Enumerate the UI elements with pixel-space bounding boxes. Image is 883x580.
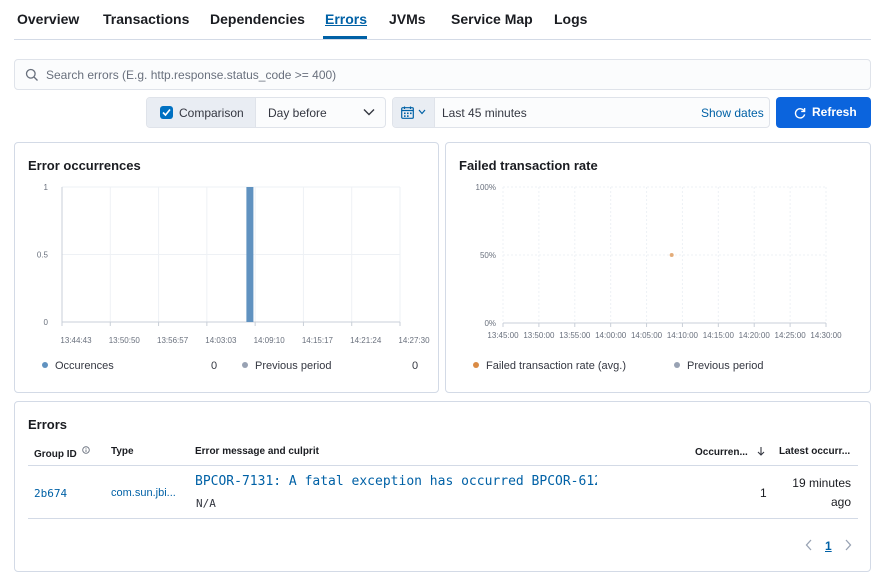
legend-failed-rate[interactable]: Failed transaction rate (avg.) [473, 360, 626, 372]
x-tick-label: 14:03:03 [205, 336, 237, 345]
search-input[interactable] [46, 65, 846, 85]
legend-previous-period[interactable]: Previous period [242, 360, 331, 372]
show-dates-link[interactable]: Show dates [701, 106, 764, 120]
occurrences-count: 1 [760, 486, 767, 500]
errors-panel: Errors Group ID Type Error message and c… [14, 401, 871, 572]
legend-dot [42, 362, 48, 368]
y-tick-label: 1 [44, 183, 49, 192]
x-tick-label: 14:09:10 [254, 336, 286, 345]
legend-previous-period[interactable]: Previous period [674, 360, 763, 372]
error-message-link[interactable]: BPCOR-7131: A fatal exception has occurr… [195, 474, 597, 489]
x-tick-label: 14:30:00 [810, 331, 842, 340]
y-tick-label: 50% [480, 251, 496, 260]
column-header-group-id[interactable]: Group ID [34, 446, 90, 460]
refresh-label: Refresh [812, 105, 857, 119]
x-tick-label: 13:50:50 [109, 336, 141, 345]
legend-label: Failed transaction rate (avg.) [486, 360, 627, 372]
legend-dot [473, 362, 479, 368]
y-tick-label: 0% [484, 319, 496, 328]
x-tick-label: 13:50:00 [523, 331, 555, 340]
x-tick-label: 14:21:24 [350, 336, 382, 345]
comparison-toggle[interactable]: Comparison [147, 98, 256, 127]
tab-errors[interactable]: Errors [325, 11, 367, 27]
x-tick-label: 13:44:43 [60, 336, 92, 345]
pagination-page[interactable]: 1 [825, 539, 832, 553]
latest-occurrence-line1: 19 minutes [792, 476, 851, 490]
tab-transactions[interactable]: Transactions [103, 11, 189, 27]
pagination-next-icon[interactable] [844, 539, 852, 554]
legend-label: Previous period [687, 360, 764, 372]
error-occurrences-panel: Error occurrences 13:44:43 13:50:50 13:56:… [14, 142, 439, 393]
column-header-latest-occurrence[interactable]: Latest occurr... [779, 446, 850, 457]
tab-service-map[interactable]: Service Map [451, 11, 533, 27]
comparison-checkbox[interactable] [160, 106, 173, 119]
pagination-prev-icon[interactable] [805, 539, 813, 554]
x-tick-label: 13:45:00 [487, 331, 519, 340]
legend-occurrences[interactable]: Occurences [42, 360, 114, 372]
chevron-down-icon[interactable] [363, 108, 375, 116]
x-tick-label: 13:56:57 [157, 336, 189, 345]
failed-transaction-rate-chart: 13:45:00 13:50:00 13:55:00 14:00:00 14:05:00… [476, 183, 843, 340]
tab-jvms[interactable]: JVMs [389, 11, 426, 27]
x-tick-label: 14:15:00 [703, 331, 735, 340]
x-tick-label: 14:10:00 [667, 331, 699, 340]
legend-dot [674, 362, 680, 368]
comparison-select[interactable]: Day before [268, 106, 327, 120]
legend-value: 0 [412, 360, 419, 372]
active-tab-indicator [323, 36, 367, 39]
legend-label: Occurences [55, 360, 114, 372]
x-tick-label: 14:00:00 [595, 331, 627, 340]
x-tick-label: 13:55:00 [559, 331, 591, 340]
comparison-label: Comparison [179, 106, 244, 120]
x-tick-label: 14:25:00 [775, 331, 807, 340]
failed-rate-point [669, 253, 674, 257]
failed-transaction-rate-panel: Failed transaction rate 13:45:00 13:50:00… [445, 142, 871, 393]
error-type-link[interactable]: com.sun.jbi... [111, 487, 176, 499]
comparison-control: Comparison Day before [146, 97, 386, 128]
column-label: Group ID [34, 449, 77, 460]
tab-bar: Overview Transactions Dependencies Error… [14, 0, 871, 40]
group-id-link[interactable]: 2b674 [34, 487, 67, 500]
refresh-icon [794, 108, 806, 119]
column-header-type[interactable]: Type [111, 446, 134, 457]
row-divider [28, 518, 858, 519]
date-picker: Last 45 minutes Show dates [392, 97, 770, 128]
error-occurrences-chart: 13:44:43 13:50:50 13:56:57 14:03:03 14:09:10… [37, 183, 430, 345]
error-message-cell: BPCOR-7131: A fatal exception has occurr… [195, 474, 597, 489]
tab-dependencies[interactable]: Dependencies [210, 11, 305, 27]
search-bar [14, 59, 871, 90]
sort-down-icon[interactable] [756, 446, 766, 456]
x-tick-label: 14:15:17 [302, 336, 334, 345]
legend-value: 0 [211, 360, 218, 372]
header-divider [28, 465, 858, 466]
panel-title: Errors [28, 417, 68, 432]
column-label: Occurren... [695, 447, 748, 458]
x-tick-label: 14:20:00 [739, 331, 771, 340]
x-tick-label: 14:27:30 [398, 336, 430, 345]
check-icon [162, 108, 171, 117]
date-range-text[interactable]: Last 45 minutes [442, 106, 527, 120]
tab-logs[interactable]: Logs [554, 11, 587, 27]
chevron-down-icon [418, 109, 426, 115]
error-occurrence-bar [246, 187, 254, 322]
y-tick-label: 0.5 [37, 251, 49, 260]
quick-select-button[interactable] [393, 98, 435, 127]
search-icon [25, 68, 38, 81]
y-tick-label: 0 [44, 318, 49, 327]
tab-overview[interactable]: Overview [17, 11, 79, 27]
culprit-text: N/A [196, 497, 216, 510]
info-icon[interactable] [81, 446, 90, 454]
refresh-button[interactable]: Refresh [776, 97, 871, 128]
latest-occurrence-line2: ago [830, 495, 851, 509]
legend-dot [242, 362, 248, 368]
legend-label: Previous period [255, 360, 332, 372]
x-tick-label: 14:05:00 [631, 331, 663, 340]
calendar-icon [401, 106, 414, 119]
y-tick-label: 100% [476, 183, 496, 192]
column-header-message[interactable]: Error message and culprit [195, 446, 319, 457]
column-header-occurrences[interactable]: Occurren... [695, 446, 766, 458]
